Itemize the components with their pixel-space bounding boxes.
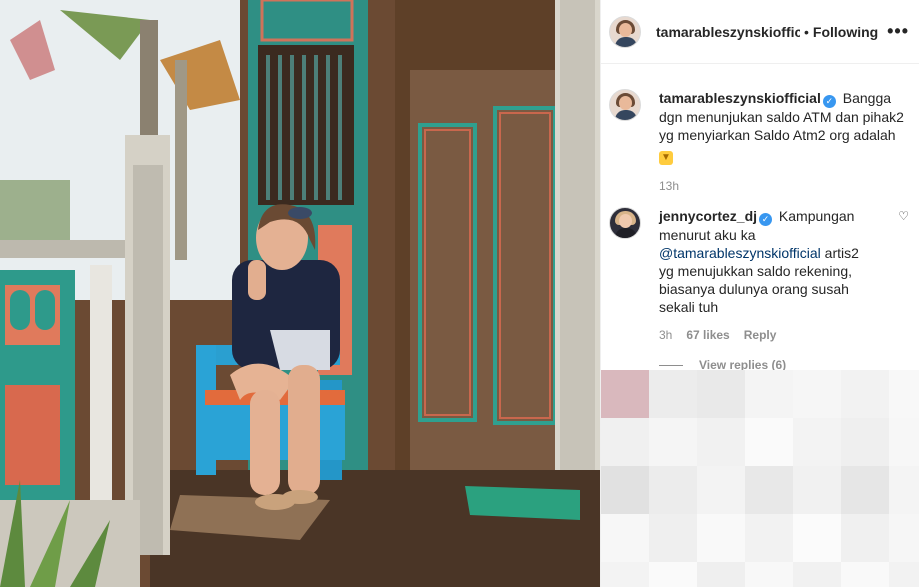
post-photo-illustration xyxy=(0,0,600,587)
header-separator: • xyxy=(804,23,809,40)
verified-badge-icon: ✓ xyxy=(822,95,836,108)
caption-username[interactable]: tamarableszynskiofficial xyxy=(659,90,821,106)
author-username[interactable]: tamarableszynskiofficial xyxy=(656,24,800,40)
comment-text-block: jennycortez_dj ✓ Kampungan menurut aku ka… xyxy=(659,207,874,316)
caption-item: tamarableszynskiofficial ✓ Bangga dgn men… xyxy=(609,64,909,165)
comment-meta: 3h 67 likes Reply xyxy=(659,328,909,342)
caption-avatar[interactable] xyxy=(609,89,641,121)
caption-time[interactable]: 13h xyxy=(659,179,679,193)
thumbs-down-emoji-icon: ▼ xyxy=(659,151,673,165)
commenter-username[interactable]: jennycortez_dj xyxy=(659,208,757,224)
comments-panel: tamarableszynskiofficial • Following •••… xyxy=(600,0,919,587)
more-options-icon[interactable]: ••• xyxy=(887,21,909,42)
comment-likes[interactable]: 67 likes xyxy=(686,328,729,342)
caption-meta: 13h xyxy=(659,179,909,193)
replies-line-divider xyxy=(659,364,683,366)
comment-mention-link[interactable]: @tamarableszynskiofficial xyxy=(659,245,821,261)
caption-text-block: tamarableszynskiofficial ✓ Bangga dgn men… xyxy=(659,89,909,165)
post-photo[interactable] xyxy=(0,0,600,587)
comment-item: jennycortez_dj ✓ Kampungan menurut aku ka… xyxy=(609,193,909,316)
blurred-area xyxy=(601,370,919,587)
like-heart-icon[interactable]: ♡ xyxy=(898,209,909,316)
comment-list: tamarableszynskiofficial ✓ Bangga dgn men… xyxy=(601,64,919,372)
reply-button[interactable]: Reply xyxy=(744,328,777,342)
verified-badge-icon: ✓ xyxy=(759,213,773,226)
post-header: tamarableszynskiofficial • Following ••• xyxy=(601,0,919,64)
author-avatar[interactable] xyxy=(609,15,641,48)
comment-time[interactable]: 3h xyxy=(659,328,672,342)
commenter-avatar[interactable] xyxy=(609,207,641,239)
following-button[interactable]: Following xyxy=(813,24,878,40)
